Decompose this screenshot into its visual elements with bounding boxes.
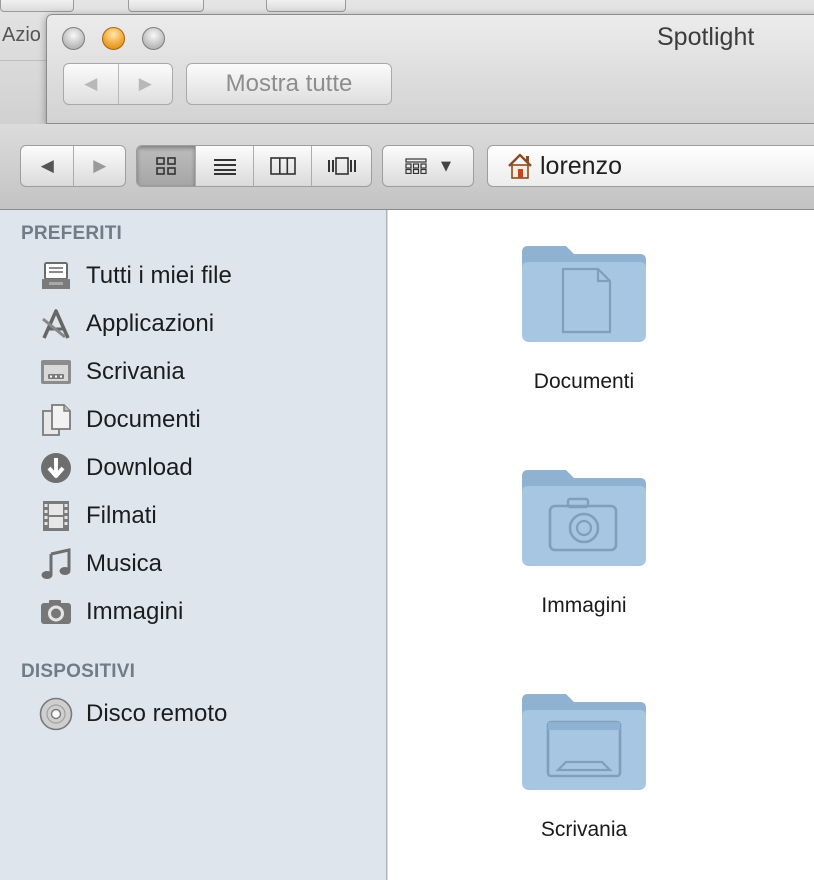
sidebar-item-remote-disc[interactable]: Disco remoto	[38, 692, 227, 736]
arrange-grid-icon	[405, 158, 427, 174]
home-icon	[508, 153, 532, 179]
forward-button[interactable]: ▶	[73, 146, 125, 186]
desktop-icon	[38, 354, 74, 390]
desktop-folder-icon	[522, 694, 646, 790]
sidebar-item-music[interactable]: Musica	[38, 542, 162, 586]
favorites-header: PREFERITI	[21, 223, 123, 244]
preferences-forward-button[interactable]: ▶	[117, 64, 173, 104]
column-view-button[interactable]	[253, 146, 311, 186]
download-icon	[38, 450, 74, 486]
coverflow-view-button[interactable]	[311, 146, 371, 186]
icon-view-button[interactable]	[137, 146, 195, 186]
chevron-down-icon: ▼	[441, 158, 451, 174]
sidebar-item-all-files[interactable]: Tutti i miei file	[38, 254, 232, 298]
folder-item[interactable]: Immagini	[494, 466, 674, 618]
file-browser-content: Documenti Immagini Scrivania	[388, 210, 814, 880]
sidebar-item-label: Download	[86, 454, 193, 481]
close-window-button[interactable]	[62, 27, 85, 50]
sidebar-item-pictures[interactable]: Immagini	[38, 590, 183, 634]
sidebar-item-documents[interactable]: Documenti	[38, 398, 201, 442]
sidebar-item-label: Musica	[86, 550, 163, 577]
disc-icon	[38, 696, 74, 732]
documents-folder-icon	[522, 246, 646, 342]
applications-icon	[38, 306, 74, 342]
folder-name: Immagini	[541, 594, 627, 617]
arrange-dropdown-content: ▼	[383, 146, 473, 186]
minimize-window-button[interactable]	[102, 27, 125, 50]
pictures-folder-icon	[522, 470, 646, 566]
music-note-icon	[38, 546, 74, 582]
background-divider	[0, 60, 46, 61]
spotlight-window: Spotlight ◀ ▶ Mostra tutte	[46, 14, 814, 124]
coverflow-view-icon	[327, 157, 356, 175]
icon-view-icon	[156, 157, 176, 175]
devices-header: DISPOSITIVI	[21, 661, 136, 682]
sidebar-item-label: Disco remoto	[86, 700, 228, 727]
background-toolbar-label: Azio	[2, 24, 41, 46]
path-popup[interactable]: lorenzo	[487, 145, 814, 187]
preferences-nav-buttons: ◀ ▶	[63, 63, 173, 105]
arrange-dropdown[interactable]: ▼	[382, 145, 474, 187]
sidebar-item-label: Filmati	[86, 502, 157, 529]
sidebar: PREFERITI Tutti i miei file Applicazioni	[0, 210, 387, 880]
background-action-button[interactable]	[0, 0, 74, 12]
view-mode-control	[136, 145, 372, 187]
sidebar-item-label: Documenti	[86, 406, 201, 433]
column-view-icon	[269, 157, 296, 175]
back-button[interactable]: ◀	[21, 146, 73, 186]
film-icon	[38, 498, 74, 534]
folder-item[interactable]: Scrivania	[494, 690, 674, 842]
folder-name: Scrivania	[540, 818, 628, 841]
sidebar-item-download[interactable]: Download	[38, 446, 193, 490]
sidebar-item-label: Immagini	[86, 598, 184, 625]
path-label: lorenzo	[540, 151, 622, 180]
sidebar-item-desktop[interactable]: Scrivania	[38, 350, 185, 394]
background-arrange-button[interactable]	[128, 0, 204, 12]
preferences-back-button[interactable]: ◀	[64, 64, 118, 104]
finder-nav-buttons: ◀ ▶	[20, 145, 126, 187]
show-all-button[interactable]: Mostra tutte	[186, 63, 392, 105]
zoom-window-button[interactable]	[142, 27, 165, 50]
sidebar-item-movies[interactable]: Filmati	[38, 494, 157, 538]
folder-item[interactable]: Documenti	[494, 242, 674, 394]
sidebar-item-label: Scrivania	[86, 358, 185, 385]
window-title: Spotlight	[657, 23, 755, 51]
sidebar-item-applications[interactable]: Applicazioni	[38, 302, 214, 346]
camera-icon	[38, 594, 74, 630]
all-files-icon	[38, 258, 74, 294]
sidebar-item-label: Applicazioni	[86, 310, 215, 337]
sidebar-item-label: Tutti i miei file	[86, 262, 232, 289]
documents-icon	[38, 402, 74, 438]
list-view-icon	[213, 159, 236, 175]
folder-name: Documenti	[533, 370, 635, 393]
background-share-button[interactable]	[266, 0, 346, 12]
list-view-button[interactable]	[195, 146, 253, 186]
